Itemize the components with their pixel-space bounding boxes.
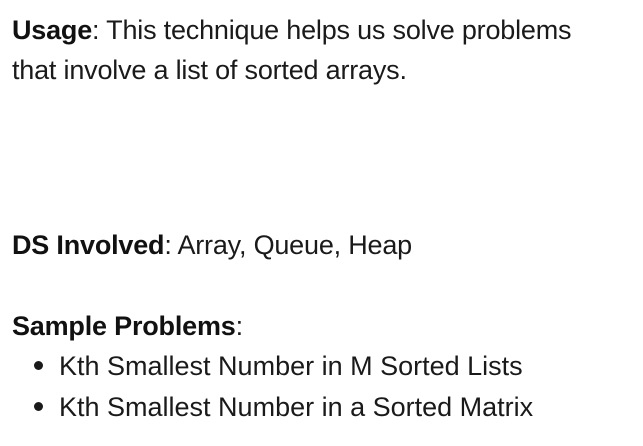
bullet-icon (34, 402, 43, 412)
ds-text: : Array, Queue, Heap (164, 230, 412, 260)
usage-text-line2: that involve a list of sorted arrays. (12, 55, 407, 85)
ds-line: DS Involved: Array, Queue, Heap (12, 227, 412, 263)
usage-line: Usage: This technique helps us solve pro… (12, 12, 572, 48)
samples-colon: : (235, 311, 244, 341)
list-item: Kth Smallest Number in M Sorted Lists (34, 348, 523, 384)
list-item: Kth Smallest Number in a Sorted Matrix (34, 389, 533, 425)
usage-label: Usage (12, 15, 93, 45)
usage-text: : This technique helps us solve problems (92, 15, 572, 45)
list-item-text: Kth Smallest Number in M Sorted Lists (59, 351, 523, 381)
list-item-text: Kth Smallest Number in a Sorted Matrix (59, 392, 534, 422)
samples-label: Sample Problems (12, 311, 236, 341)
ds-label: DS Involved (12, 230, 165, 260)
bullet-icon (34, 361, 43, 371)
samples-heading: Sample Problems: (12, 308, 243, 344)
